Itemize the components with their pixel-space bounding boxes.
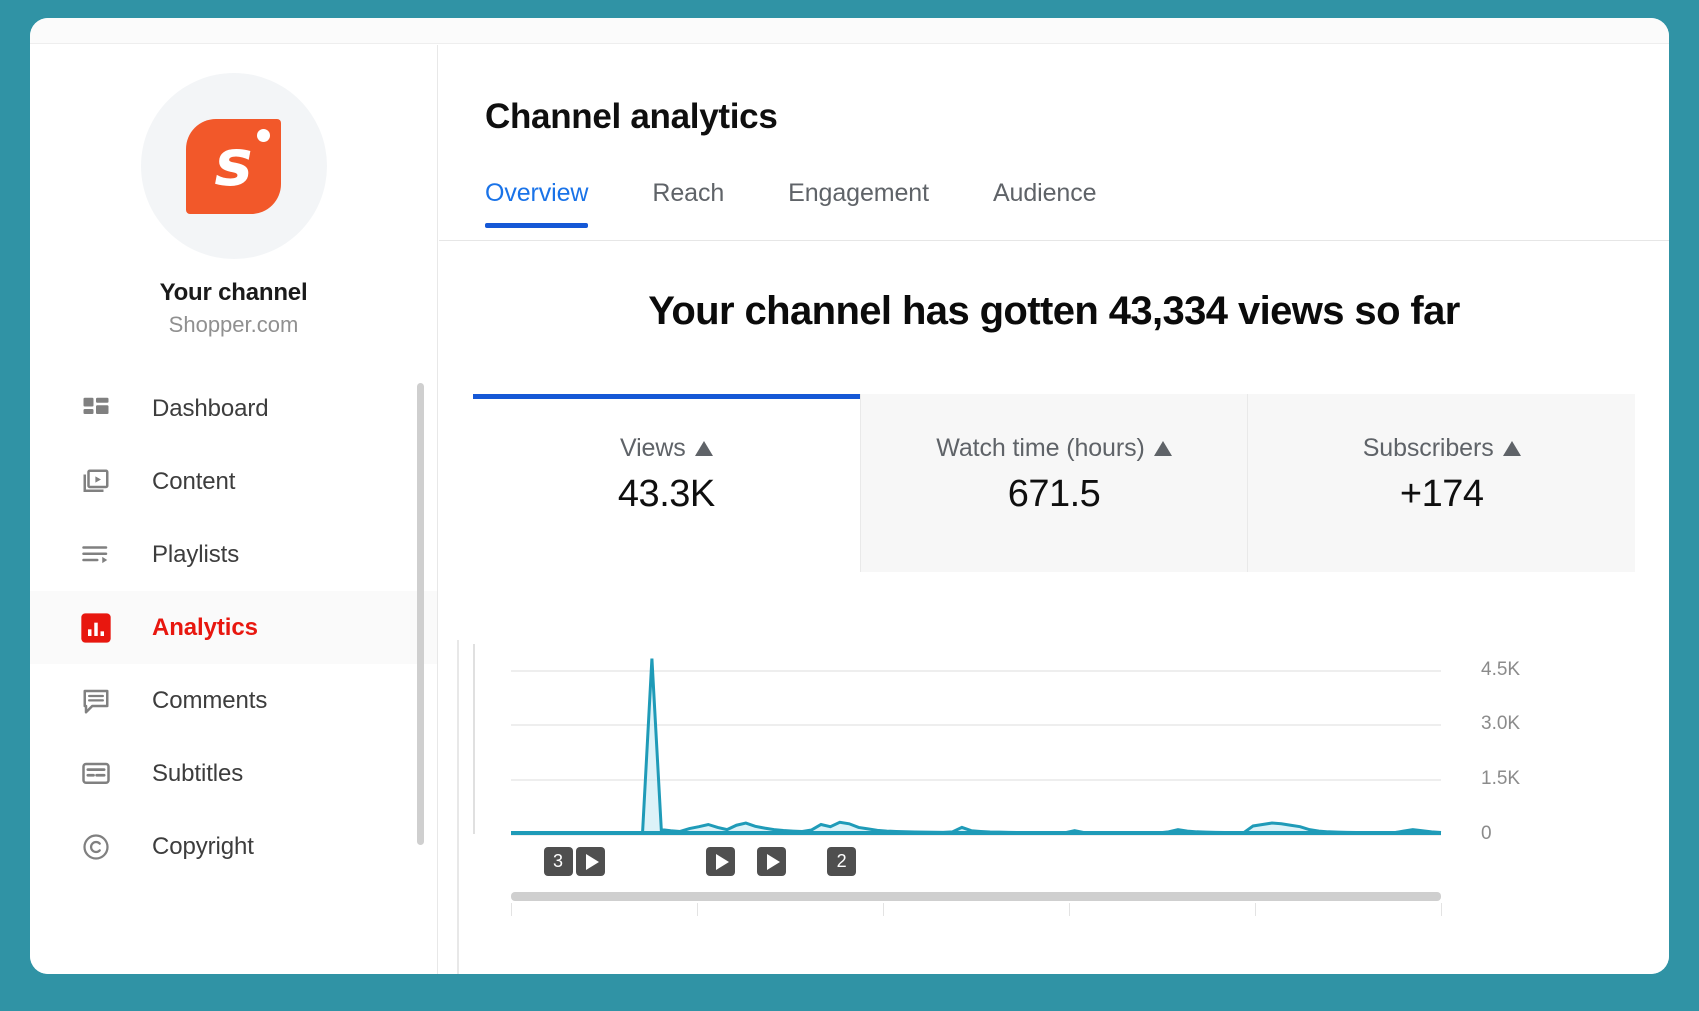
metric-value: 43.3K xyxy=(617,473,715,515)
sidebar-scrollbar[interactable] xyxy=(417,383,424,845)
sidebar-item-label: Subtitles xyxy=(152,759,244,787)
app-window: s Your channel Shopper.com Dashboard Con… xyxy=(30,18,1669,974)
video-count-badge[interactable]: 2 xyxy=(827,847,857,876)
tab-overview[interactable]: Overview xyxy=(485,179,614,228)
tab-engagement[interactable]: Engagement xyxy=(788,179,955,228)
views-chart: 0 1.5K 3.0K 4.5K 32 xyxy=(473,644,1669,916)
sidebar-item-label: Copyright xyxy=(152,832,254,860)
metric-card-subscribers[interactable]: Subscribers +174 xyxy=(1247,394,1636,572)
metric-card-watch-time[interactable]: Watch time (hours) 671.5 xyxy=(859,394,1248,572)
sidebar-item-content[interactable]: Content xyxy=(30,445,437,518)
tab-reach[interactable]: Reach xyxy=(652,179,750,228)
sidebar-item-label: Dashboard xyxy=(152,394,269,422)
sidebar-item-label: Playlists xyxy=(152,540,240,568)
metric-value: 671.5 xyxy=(1007,473,1101,515)
sidebar-item-subtitles[interactable]: Subtitles xyxy=(30,737,437,810)
sidebar-item-dashboard[interactable]: Dashboard xyxy=(30,372,437,445)
chart-series-line xyxy=(510,658,1442,835)
page-title: Channel analytics xyxy=(485,97,778,136)
metric-label-row: Views xyxy=(473,434,860,463)
content-icon xyxy=(78,464,114,500)
chart-video-markers: 32 xyxy=(511,847,1441,879)
triangle-up-icon xyxy=(1502,441,1521,456)
play-icon[interactable] xyxy=(706,847,736,876)
sidebar-item-label: Content xyxy=(152,467,236,495)
triangle-up-icon xyxy=(1153,441,1172,456)
triangle-up-icon xyxy=(694,441,713,456)
metric-card-views[interactable]: Views 43.3K xyxy=(473,394,860,572)
sidebar-item-comments[interactable]: Comments xyxy=(30,664,437,737)
channel-handle: Shopper.com xyxy=(168,312,299,337)
chart-y-tick-label: 4.5K xyxy=(1481,658,1521,680)
scrollbar-thumb[interactable] xyxy=(511,892,1441,901)
metric-cards: Views 43.3K Watch time (hours) 671.5 Sub… xyxy=(473,394,1636,572)
playlists-icon xyxy=(78,537,114,573)
channel-name: Your channel xyxy=(159,279,308,306)
metric-label: Views xyxy=(619,434,686,462)
sidebar-item-copyright[interactable]: Copyright xyxy=(30,810,437,883)
sidebar-item-playlists[interactable]: Playlists xyxy=(30,518,437,591)
chart-horizontal-scrollbar[interactable] xyxy=(511,892,1442,916)
analytics-tabs: Overview Reach Engagement Audience xyxy=(439,179,1669,241)
metric-label: Subscribers xyxy=(1362,434,1494,462)
metric-label-row: Watch time (hours) xyxy=(861,434,1248,463)
copyright-icon xyxy=(78,829,114,865)
comments-icon xyxy=(78,683,114,719)
play-icon[interactable] xyxy=(757,847,787,876)
chart-y-tick-label: 1.5K xyxy=(1481,768,1521,790)
logo-dot-icon xyxy=(257,128,270,142)
avatar[interactable]: s xyxy=(140,73,327,259)
sidebar-item-label: Comments xyxy=(152,686,268,714)
chart-y-tick-label: 3.0K xyxy=(1481,713,1521,735)
analytics-icon xyxy=(78,610,114,646)
sidebar-item-label: Analytics xyxy=(152,613,258,641)
chart-y-tick-label: 0 xyxy=(1481,823,1492,844)
logo-letter: s xyxy=(214,127,253,201)
channel-identity: s Your channel Shopper.com xyxy=(30,45,437,338)
video-count-badge[interactable]: 3 xyxy=(543,847,573,876)
chart-y-axis-line xyxy=(473,644,475,834)
sidebar-nav: Dashboard Content Playlists Analytics Co… xyxy=(30,372,437,883)
tab-audience[interactable]: Audience xyxy=(993,179,1122,228)
metric-label-row: Subscribers xyxy=(1248,434,1635,463)
metric-value: +174 xyxy=(1399,473,1484,515)
chart-left-divider xyxy=(457,640,459,974)
play-icon[interactable] xyxy=(576,847,606,876)
shopper-logo-icon: s xyxy=(186,118,281,214)
headline-summary: Your channel has gotten 43,334 views so … xyxy=(648,289,1460,333)
main-content: Channel analytics Overview Reach Engagem… xyxy=(439,45,1669,974)
metric-label: Watch time (hours) xyxy=(936,434,1145,462)
dashboard-icon xyxy=(78,391,114,427)
sidebar: s Your channel Shopper.com Dashboard Con… xyxy=(30,45,438,974)
window-topbar xyxy=(30,18,1669,44)
subtitles-icon xyxy=(78,756,114,792)
sidebar-item-analytics[interactable]: Analytics xyxy=(30,591,437,664)
